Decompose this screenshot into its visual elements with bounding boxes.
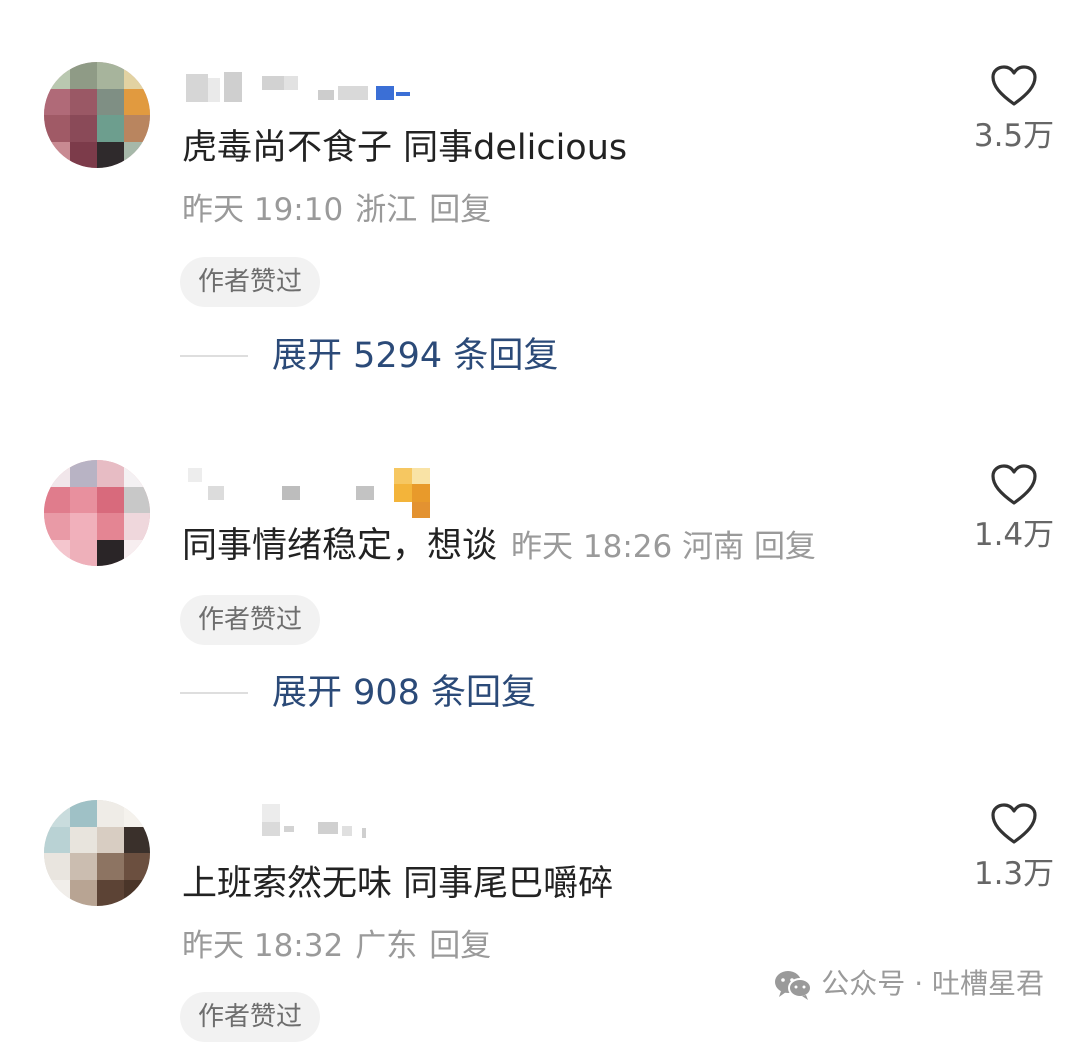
comment-time: 昨天 18:26: [511, 529, 673, 565]
comment-time: 昨天 18:32: [182, 928, 344, 964]
avatar[interactable]: [44, 62, 150, 168]
pixelated-avatar-image: [44, 62, 150, 168]
like-button[interactable]: 1.4万: [964, 463, 1064, 555]
comment-text: 同事情绪稳定，想谈: [182, 526, 498, 566]
watermark: 公众号 · 吐槽星君: [773, 964, 1044, 1004]
heart-outline-icon: [991, 65, 1037, 106]
heart-outline-icon: [991, 803, 1037, 844]
expand-replies-label: 展开 5294 条回复: [272, 336, 559, 376]
username-obscured[interactable]: [180, 800, 400, 840]
divider: [180, 692, 248, 694]
author-liked-badge: 作者赞过: [180, 595, 321, 645]
username-obscured[interactable]: [180, 466, 440, 518]
like-button[interactable]: 3.5万: [964, 64, 1064, 156]
comment-meta: 昨天 19:10 浙江 回复: [182, 190, 491, 230]
like-button[interactable]: 1.3万: [964, 802, 1064, 894]
like-count: 1.4万: [973, 517, 1055, 553]
like-count: 3.5万: [973, 118, 1055, 154]
author-liked-badge: 作者赞过: [180, 257, 321, 307]
reply-button[interactable]: 回复: [429, 192, 491, 228]
reply-button[interactable]: 回复: [754, 529, 816, 565]
divider: [180, 355, 248, 357]
pixelated-avatar-image: [44, 460, 150, 566]
wechat-icon: [775, 971, 813, 1000]
author-liked-badge: 作者赞过: [180, 992, 321, 1042]
comment-location: 河南: [682, 529, 745, 565]
heart-outline-icon: [991, 464, 1037, 505]
pixelated-username: [186, 72, 410, 102]
comment-text: 虎毒尚不食子 同事delicious: [182, 128, 628, 168]
avatar[interactable]: [44, 460, 150, 566]
reply-button[interactable]: 回复: [429, 928, 491, 964]
pixelated-username: [262, 804, 366, 838]
username-obscured[interactable]: [180, 70, 430, 110]
comment-meta: 昨天 18:26 河南 回复: [511, 529, 816, 565]
comment-location: 广东: [355, 928, 418, 964]
comment-text: 上班索然无味 同事尾巴嚼碎: [182, 864, 614, 904]
comment-time: 昨天 19:10: [182, 192, 344, 228]
watermark-text: 公众号 · 吐槽星君: [821, 967, 1044, 1000]
expand-replies-label: 展开 908 条回复: [272, 673, 537, 713]
pixelated-avatar-image: [44, 800, 150, 906]
comment-meta: 昨天 18:32 广东 回复: [182, 926, 491, 966]
comment-text-line: 同事情绪稳定，想谈 昨天 18:26 河南 回复: [182, 524, 816, 569]
pixelated-username: [188, 468, 430, 518]
avatar[interactable]: [44, 800, 150, 906]
comment-location: 浙江: [355, 192, 418, 228]
like-count: 1.3万: [973, 856, 1055, 892]
